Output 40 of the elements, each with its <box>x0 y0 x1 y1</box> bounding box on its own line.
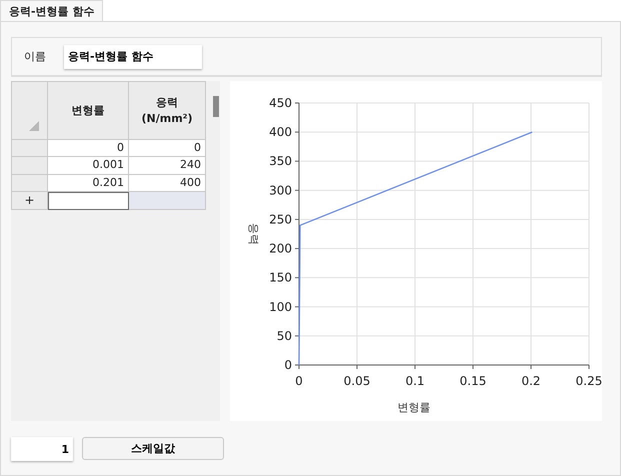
column-header[interactable]: 응력 (N/mm²) <box>129 81 206 140</box>
x-tick-label: 0.15 <box>460 374 486 388</box>
y-tick-label: 450 <box>269 96 292 110</box>
x-tick-label: 0.05 <box>344 374 370 388</box>
table-cell: 0 <box>48 140 129 157</box>
table-cell: 240 <box>129 157 206 175</box>
y-axis-title: 응력 <box>247 223 260 245</box>
y-tick-label: 300 <box>269 183 292 198</box>
row-header[interactable] <box>11 175 48 192</box>
y-tick-label: 200 <box>269 242 292 256</box>
y-tick-label: 50 <box>276 328 292 343</box>
row-header[interactable] <box>11 157 48 175</box>
table-cell: 400 <box>129 175 206 192</box>
x-tick-label: 0.25 <box>576 374 602 388</box>
scale-field[interactable]: 1 <box>11 437 73 461</box>
tab[interactable]: 응력-변형률 함수 <box>0 0 104 21</box>
column-header[interactable]: 변형률 <box>48 81 129 140</box>
new-row-cell[interactable] <box>48 192 129 210</box>
x-axis-title: 변형률 <box>398 401 430 414</box>
x-tick-label: 0 <box>295 374 303 388</box>
y-tick-label: 100 <box>269 300 292 314</box>
name-field[interactable]: 응력-변형률 함수 <box>64 44 202 68</box>
row-header[interactable] <box>11 140 48 157</box>
y-tick-label: 350 <box>269 154 292 168</box>
y-tick-label: 250 <box>269 212 292 226</box>
new-row-cell[interactable] <box>129 192 206 210</box>
new-row-header[interactable]: + <box>11 192 48 210</box>
table-cell: 0.001 <box>48 157 129 175</box>
corner-header[interactable] <box>11 81 48 140</box>
scale-button[interactable]: 스케일값 <box>82 437 224 460</box>
x-tick-label: 0.2 <box>521 374 541 388</box>
table-cell: 0 <box>129 140 206 157</box>
y-tick-label: 400 <box>269 125 292 140</box>
scrollbar-thumb[interactable] <box>213 96 219 117</box>
corner-triangle-icon <box>29 121 39 131</box>
table-cell: 0.201 <box>48 175 129 192</box>
x-tick-label: 0.1 <box>405 374 425 388</box>
name-label: 이름 <box>24 49 46 64</box>
y-tick-label: 150 <box>269 270 292 285</box>
y-tick-label: 0 <box>284 358 292 372</box>
